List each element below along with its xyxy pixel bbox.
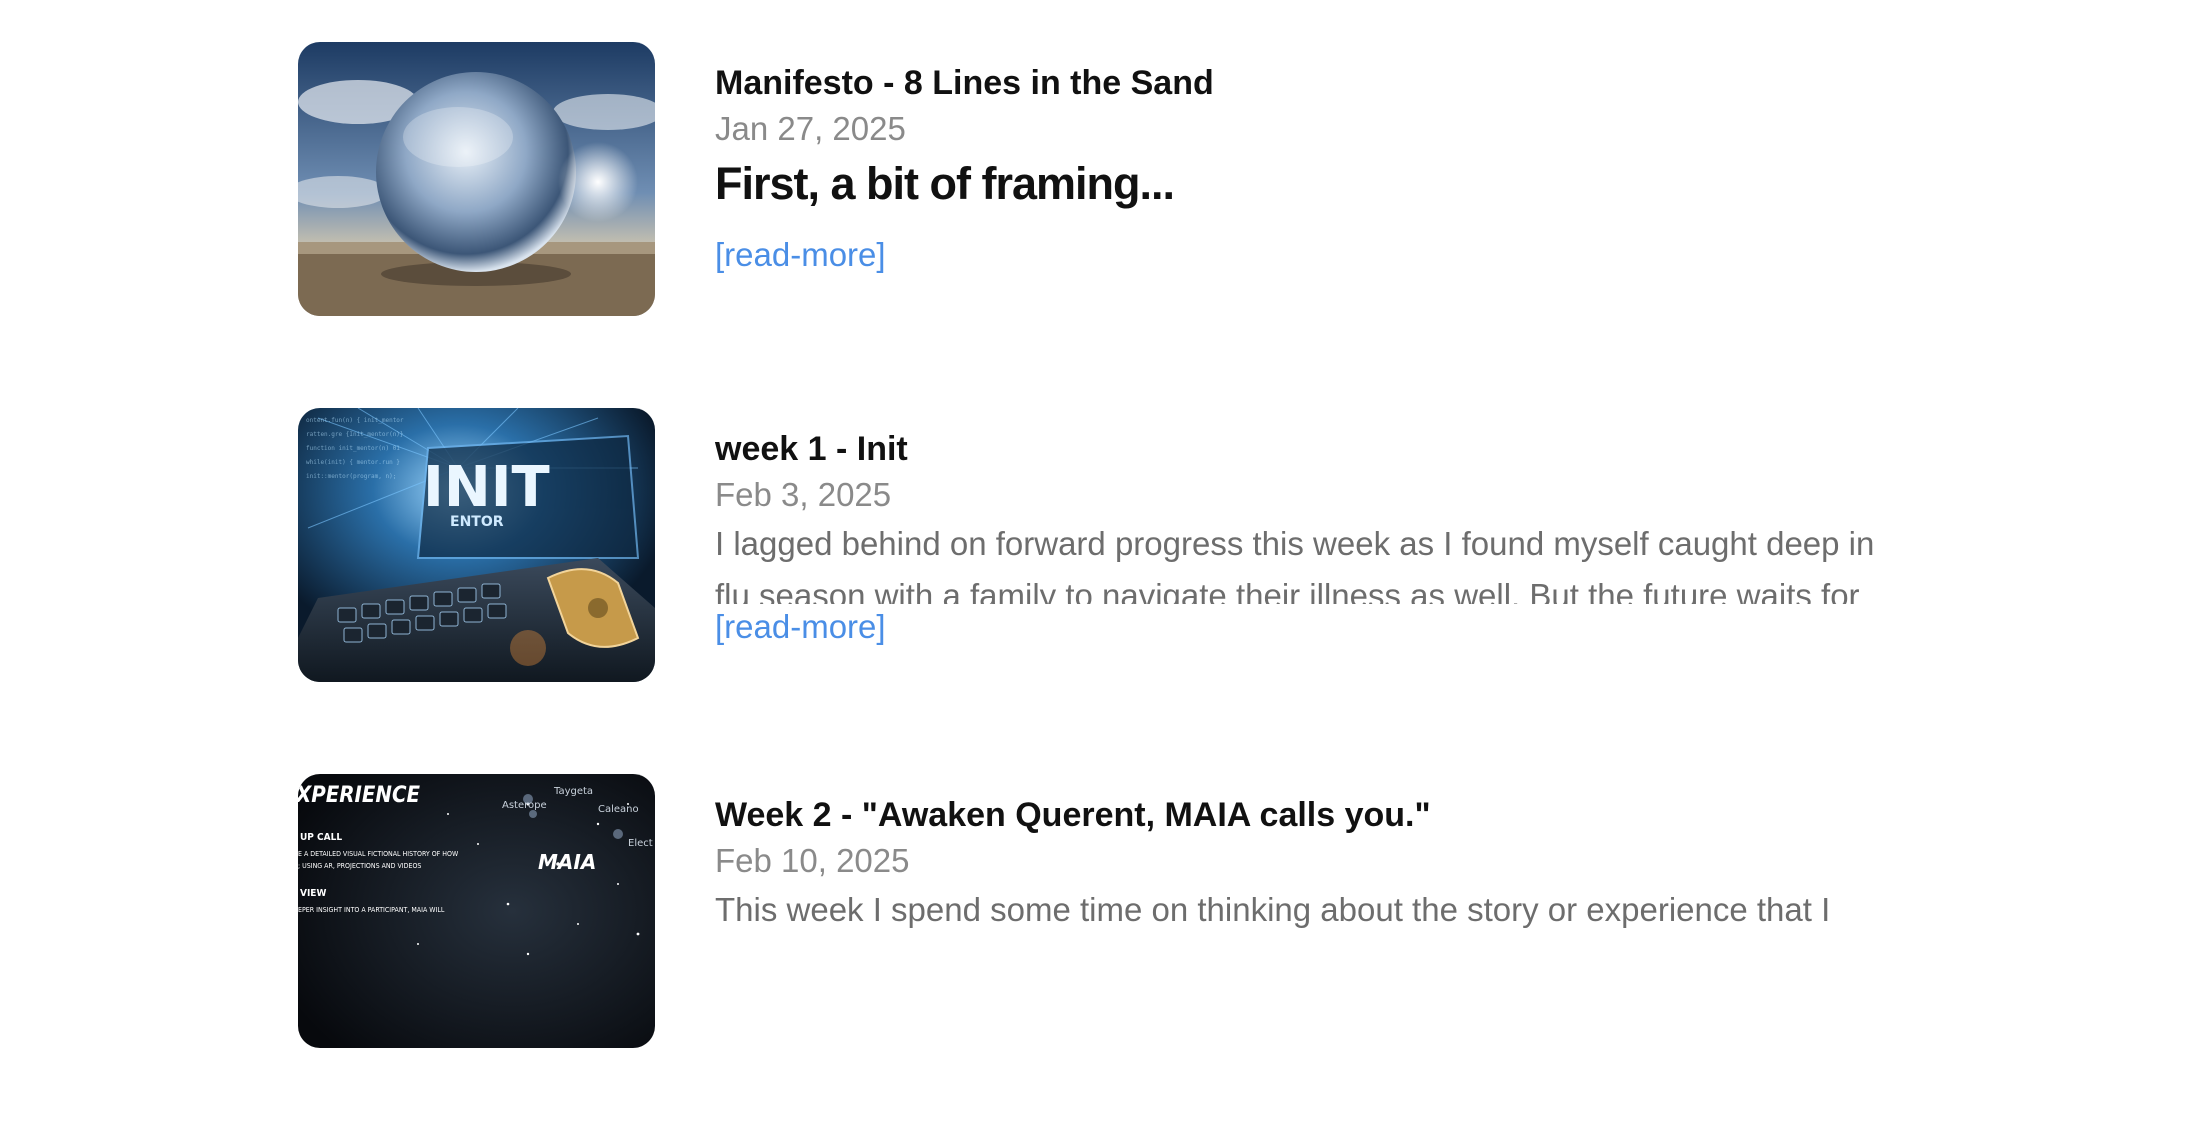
post-thumbnail-maia[interactable]: Taygeta Asterope Caleano Elect MAIA XPER… bbox=[298, 774, 655, 1048]
post-date: Feb 3, 2025 bbox=[715, 476, 892, 513]
post-thumbnail-crystal-sphere[interactable] bbox=[298, 42, 655, 316]
post-date: Feb 10, 2025 bbox=[715, 842, 910, 879]
post-excerpt: I lagged behind on forward progress this… bbox=[715, 525, 1875, 604]
read-more-link[interactable]: [read-more] bbox=[715, 232, 886, 278]
post-card: Manifesto - 8 Lines in the Sand Jan 27, … bbox=[298, 42, 1898, 316]
svg-text:Asterope: Asterope bbox=[502, 800, 547, 811]
svg-text:VIEW: VIEW bbox=[300, 888, 326, 899]
thumb-entor-text: ENTOR bbox=[450, 514, 504, 530]
post-thumbnail-init[interactable]: ontent.fun(n) { init_mentor ratten.gre {… bbox=[298, 408, 655, 682]
post-feed: Manifesto - 8 Lines in the Sand Jan 27, … bbox=[298, 42, 1898, 1140]
svg-text:E A DETAILED VISUAL FICTIONAL: E A DETAILED VISUAL FICTIONAL HISTORY OF… bbox=[298, 850, 459, 858]
svg-text:EPER INSIGHT INTO A PARTICIPAN: EPER INSIGHT INTO A PARTICIPANT, MAIA WI… bbox=[298, 906, 445, 914]
post-title[interactable]: Week 2 - "Awaken Querent, MAIA calls you… bbox=[715, 792, 1895, 838]
post-lead: First, a bit of framing... bbox=[715, 158, 1175, 209]
svg-text:function init_mentor(n) 01: function init_mentor(n) 01 bbox=[306, 445, 400, 452]
post-title[interactable]: week 1 - Init bbox=[715, 426, 1895, 472]
post-title[interactable]: Manifesto - 8 Lines in the Sand bbox=[715, 60, 1895, 106]
svg-text:init::mentor(program, n);: init::mentor(program, n); bbox=[306, 473, 396, 480]
svg-text:while(init) { mentor.run }: while(init) { mentor.run } bbox=[306, 459, 400, 466]
svg-text:ontent.fun(n) { init_mentor: ontent.fun(n) { init_mentor bbox=[306, 417, 404, 424]
svg-text:Caleano: Caleano bbox=[598, 804, 639, 815]
thumb-init-text: INIT bbox=[423, 455, 550, 520]
post-card: Taygeta Asterope Caleano Elect MAIA XPER… bbox=[298, 774, 1898, 1048]
post-content: week 1 - Init Feb 3, 2025 I lagged behin… bbox=[715, 426, 1895, 650]
post-content: Manifesto - 8 Lines in the Sand Jan 27, … bbox=[715, 60, 1895, 278]
maia-star-map-image: Taygeta Asterope Caleano Elect MAIA XPER… bbox=[298, 774, 655, 1048]
post-excerpt: This week I spend some time on thinking … bbox=[715, 891, 1831, 928]
crystal-sphere-image bbox=[298, 42, 655, 316]
svg-text:Taygeta: Taygeta bbox=[553, 786, 593, 797]
post-card: ontent.fun(n) { init_mentor ratten.gre {… bbox=[298, 408, 1898, 682]
post-content: Week 2 - "Awaken Querent, MAIA calls you… bbox=[715, 792, 1895, 970]
read-more-link[interactable]: [read-more] bbox=[715, 604, 886, 650]
svg-text:ratten.gre {Init_mentor(n)}: ratten.gre {Init_mentor(n)} bbox=[306, 431, 404, 438]
thumb-maia-text: MAIA bbox=[538, 850, 596, 874]
svg-text:XPERIENCE: XPERIENCE bbox=[298, 783, 421, 808]
svg-text:Elect: Elect bbox=[628, 838, 653, 849]
robot-keyboard-image: ontent.fun(n) { init_mentor ratten.gre {… bbox=[298, 408, 655, 682]
svg-text:; USING AR, PROJECTIONS AND VI: ; USING AR, PROJECTIONS AND VIDEOS bbox=[298, 862, 421, 870]
post-date: Jan 27, 2025 bbox=[715, 110, 906, 147]
svg-text:UP CALL: UP CALL bbox=[300, 832, 342, 843]
